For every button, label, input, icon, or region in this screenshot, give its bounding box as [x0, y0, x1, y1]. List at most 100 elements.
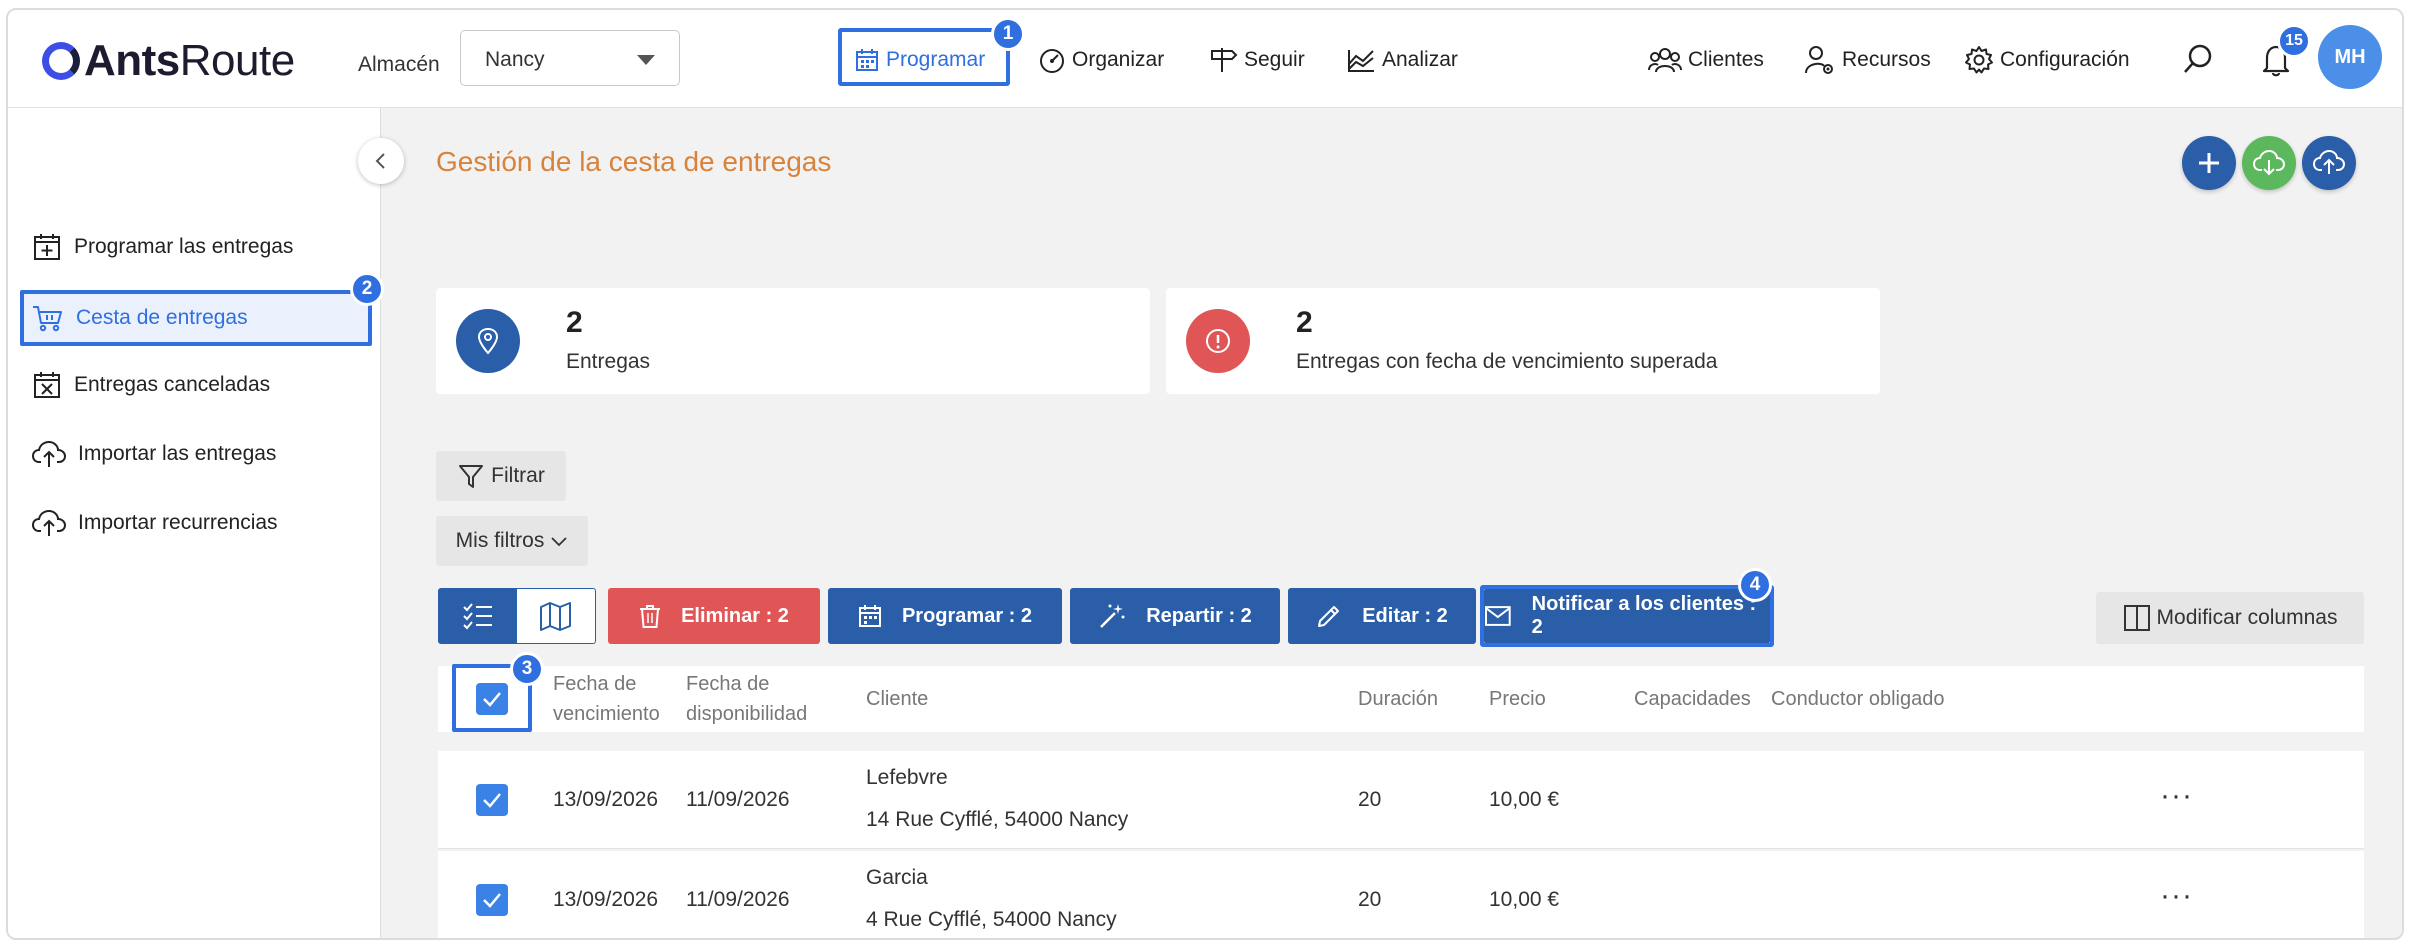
kpi-label: Entregas con fecha de vencimiento supera… [1296, 350, 1718, 373]
sidebar-item-canceladas[interactable]: Entregas canceladas [32, 361, 352, 409]
pencil-icon [1318, 606, 1340, 627]
cell-due-date: 13/09/2026 [553, 788, 659, 811]
step-badge-3: 3 [510, 652, 544, 686]
cloud-upload-icon [32, 509, 66, 536]
row-checkbox[interactable] [476, 784, 508, 816]
warehouse-select-value: Nancy [485, 48, 545, 71]
row-checkbox[interactable] [476, 884, 508, 916]
sidebar-item-importar-entregas[interactable]: Importar las entregas [32, 430, 352, 478]
cell-price: 10,00 € [1489, 788, 1560, 811]
my-filters-dropdown[interactable]: Mis filtros [436, 516, 588, 566]
col-duration[interactable]: Duración [1358, 684, 1438, 714]
cell-client-address: 4 Rue Cyfflé, 54000 Nancy [866, 908, 1117, 931]
cell-price: 10,00 € [1489, 888, 1560, 911]
checkmark-icon [483, 893, 501, 908]
cloud-download-button[interactable] [2242, 136, 2296, 190]
table-row[interactable]: 13/09/2026 11/09/2026 Garcia 4 Rue Cyffl… [438, 851, 2364, 938]
warehouse-select[interactable]: Nancy [460, 30, 680, 86]
my-filters-label: Mis filtros [455, 529, 545, 552]
nav-analizar[interactable]: Analizar [1346, 40, 1458, 80]
main-content: Gestión de la cesta de entregas 2 Entreg… [382, 108, 2402, 938]
col-capacities[interactable]: Capacidades [1634, 684, 1751, 714]
step-badge-4: 4 [1738, 568, 1772, 602]
delete-button-label: Eliminar : 2 [681, 604, 789, 627]
nav-recursos[interactable]: Recursos [1804, 40, 1931, 80]
calendar-icon [856, 49, 878, 71]
trash-icon [640, 605, 661, 628]
logo-mark-icon [42, 42, 80, 80]
col-due-date[interactable]: Fecha de vencimiento [553, 669, 660, 729]
nav-recursos-label: Recursos [1842, 48, 1931, 71]
user-gear-icon [1805, 46, 1833, 74]
col-required-driver[interactable]: Conductor obligado [1771, 684, 1944, 714]
calendar-icon [858, 605, 881, 627]
notification-count-badge: 15 [2277, 24, 2311, 58]
checkmark-icon [483, 793, 501, 808]
cloud-upload-icon [2313, 150, 2345, 174]
nav-programar[interactable]: Programar [854, 40, 985, 80]
kpi-value: 2 [1296, 306, 1313, 339]
cell-client-address: 14 Rue Cyfflé, 54000 Nancy [866, 808, 1129, 831]
row-more-menu-icon[interactable]: ··· [2160, 779, 2193, 813]
antsroute-logo[interactable]: AntsRoute [42, 36, 295, 86]
delete-button[interactable]: Eliminar : 2 [608, 588, 820, 644]
checkmark-icon [483, 692, 501, 707]
list-view-button[interactable] [439, 589, 517, 643]
sidebar-item-label: Importar recurrencias [78, 511, 278, 534]
calendar-x-icon [34, 372, 60, 398]
cell-availability-date: 11/09/2026 [686, 788, 790, 811]
modify-columns-button[interactable]: Modificar columnas [2096, 592, 2364, 644]
cloud-upload-icon [32, 440, 66, 467]
nav-clientes[interactable]: Clientes [1648, 40, 1764, 80]
cell-duration: 20 [1358, 788, 1382, 811]
cell-due-date: 13/09/2026 [553, 888, 659, 911]
nav-organizar-label: Organizar [1072, 48, 1165, 71]
nav-clientes-label: Clientes [1688, 48, 1764, 71]
step-badge-1: 1 [991, 17, 1025, 51]
filter-button[interactable]: Filtrar [436, 451, 566, 501]
cell-client-name: Garcia [866, 866, 928, 889]
distribute-button[interactable]: Repartir : 2 [1070, 588, 1280, 644]
user-avatar[interactable]: MH [2318, 25, 2382, 89]
col-availability-date[interactable]: Fecha de disponibilidad [686, 669, 807, 729]
nav-configuracion[interactable]: Configuración [1964, 40, 2130, 80]
signpost-icon [1211, 48, 1238, 72]
top-header: AntsRoute Almacén Nancy 1 Programar Orga… [8, 10, 2402, 108]
cell-availability-date: 11/09/2026 [686, 888, 790, 911]
sidebar-item-importar-recurrencias[interactable]: Importar recurrencias [32, 499, 352, 547]
row-more-menu-icon[interactable]: ··· [2160, 879, 2193, 913]
alert-icon [1186, 309, 1250, 373]
funnel-icon [459, 465, 484, 488]
search-icon[interactable] [2181, 42, 2215, 76]
nav-organizar[interactable]: Organizar [1038, 40, 1164, 80]
table-row[interactable]: 13/09/2026 11/09/2026 Lefebvre 14 Rue Cy… [438, 751, 2364, 849]
nav-seguir[interactable]: Seguir [1208, 40, 1305, 80]
cloud-download-icon [2253, 150, 2285, 176]
plus-icon [2199, 153, 2219, 173]
sidebar-item-programar-entregas[interactable]: Programar las entregas [32, 223, 352, 271]
collapse-sidebar-button[interactable] [358, 138, 404, 184]
sidebar-item-label: Programar las entregas [74, 235, 294, 258]
nav-analizar-label: Analizar [1382, 48, 1458, 71]
logo-rest-text: Route [179, 36, 295, 85]
col-client[interactable]: Cliente [866, 684, 928, 714]
add-delivery-button[interactable] [2182, 136, 2236, 190]
edit-button-label: Editar : 2 [1362, 604, 1448, 627]
cloud-upload-button[interactable] [2302, 136, 2356, 190]
select-all-checkbox[interactable] [476, 683, 508, 715]
checklist-icon [463, 603, 492, 630]
sidebar: 2 Programar las entregas Cesta de entreg… [8, 108, 384, 938]
nav-programar-label: Programar [886, 48, 986, 71]
columns-icon [2123, 605, 2150, 631]
col-price[interactable]: Precio [1489, 684, 1546, 714]
map-icon [540, 602, 571, 631]
cell-client-name: Lefebvre [866, 766, 948, 789]
sidebar-item-label: Importar las entregas [78, 442, 277, 465]
highlight-notify [1480, 585, 1774, 647]
edit-button[interactable]: Editar : 2 [1288, 588, 1476, 644]
sidebar-item-label: Entregas canceladas [74, 373, 271, 396]
sidebar-item-cesta[interactable]: Cesta de entregas [32, 294, 352, 342]
cart-icon [33, 306, 62, 332]
schedule-button[interactable]: Programar : 2 [828, 588, 1062, 644]
map-view-button[interactable] [517, 589, 595, 643]
